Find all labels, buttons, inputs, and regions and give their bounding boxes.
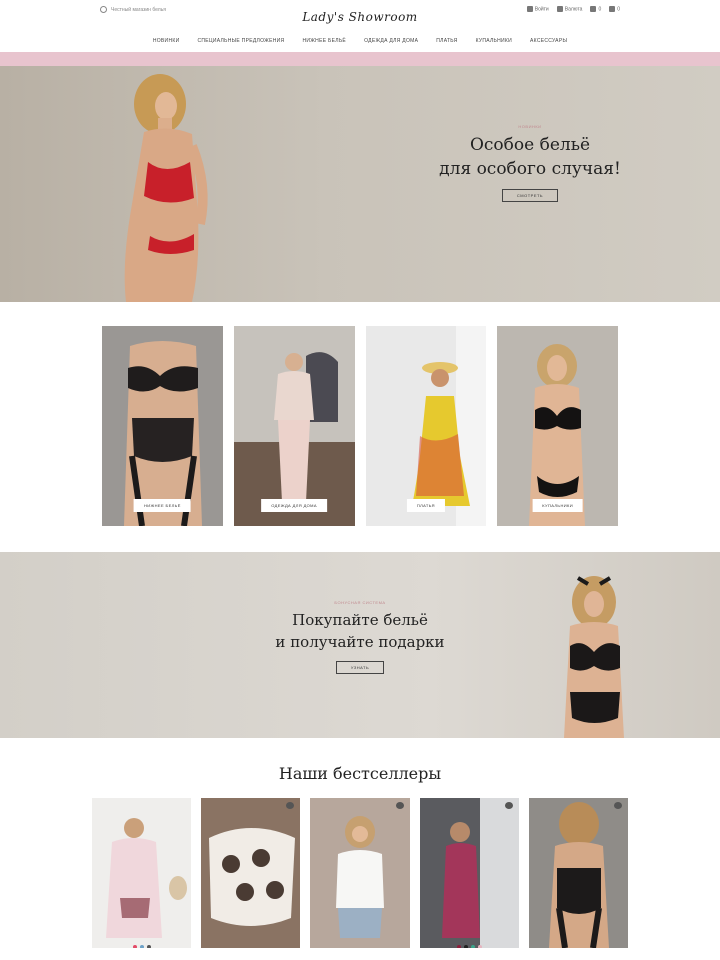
color-swatches	[420, 945, 519, 948]
category-image-dresses	[365, 326, 487, 526]
product-image	[92, 798, 192, 948]
login-link[interactable]: Войти	[526, 6, 549, 12]
hero-banner[interactable]: Новинки Особое бельё для особого случая!…	[0, 66, 720, 302]
product-card[interactable]	[201, 798, 301, 948]
promo-title-line2: и получайте подарки	[275, 633, 445, 651]
promo-kicker: Бонусная система	[334, 600, 386, 605]
category-button-dresses[interactable]: Платья	[406, 499, 445, 512]
promo-content: Бонусная система Покупайте бельё и получ…	[250, 600, 470, 674]
promo-title-line1: Покупайте бельё	[292, 611, 428, 629]
nav-item-new[interactable]: Новинки	[153, 38, 180, 44]
promo-cta-button[interactable]: Узнать	[335, 661, 385, 674]
category-image-swimwear	[497, 326, 618, 526]
category-button-homewear[interactable]: Одежда для дома	[261, 499, 327, 512]
nav-item-homewear[interactable]: Одежда для дома	[364, 38, 418, 44]
product-image	[419, 798, 519, 948]
hero-cta-button[interactable]: Смотреть	[501, 189, 559, 202]
category-image-homewear	[233, 326, 355, 526]
nav-item-lingerie[interactable]: Нижнее бельё	[302, 38, 346, 44]
hero-title: Особое бельё для особого случая!	[420, 133, 640, 181]
hero-model-image	[124, 74, 208, 302]
heart-icon	[590, 6, 597, 12]
category-button-swimwear[interactable]: Купальники	[532, 499, 584, 512]
bestsellers-heading: Наши бестселлеры	[278, 764, 442, 783]
category-tile-homewear[interactable]: Одежда для дома	[233, 326, 355, 526]
hero-title-line2: для особого случая!	[439, 159, 621, 179]
product-image	[310, 798, 410, 948]
user-icon	[526, 6, 533, 12]
wishlist-icon[interactable]	[395, 802, 404, 809]
category-image-lingerie	[102, 326, 223, 526]
nav-item-special[interactable]: Специальные предложения	[197, 38, 284, 44]
product-card[interactable]	[92, 798, 192, 948]
product-card[interactable]	[310, 798, 410, 948]
accent-bar	[0, 52, 720, 66]
nav-item-swimwear[interactable]: Купальники	[476, 38, 512, 44]
bestsellers-grid	[92, 798, 629, 948]
currency-link[interactable]: Валюта	[556, 6, 582, 12]
color-swatches	[92, 945, 191, 948]
site-header: Честный магазин белья Lady's Showroom Во…	[0, 0, 720, 52]
cart-link[interactable]: 0	[609, 6, 620, 12]
promo-title: Покупайте бельё и получайте подарки	[250, 609, 470, 653]
nav-item-dresses[interactable]: Платья	[436, 38, 457, 44]
product-card[interactable]	[419, 798, 519, 948]
product-image	[201, 798, 301, 948]
promo-banner[interactable]: Бонусная система Покупайте бельё и получ…	[0, 552, 720, 738]
cart-icon	[609, 6, 616, 12]
hero-content: Новинки Особое бельё для особого случая!…	[420, 124, 640, 202]
currency-icon	[556, 6, 563, 12]
header-actions: Войти Валюта 0 0	[526, 6, 620, 12]
category-tile-lingerie[interactable]: Нижнее бельё	[102, 326, 223, 526]
promo-model-image	[564, 576, 624, 738]
wishlist-link[interactable]: 0	[590, 6, 601, 12]
category-tile-dresses[interactable]: Платья	[365, 326, 487, 526]
hero-title-line1: Особое бельё	[469, 135, 591, 155]
category-tile-swimwear[interactable]: Купальники	[497, 326, 618, 526]
product-image	[528, 798, 629, 948]
main-nav: Новинки Специальные предложения Нижнее б…	[0, 38, 720, 44]
wishlist-icon[interactable]	[614, 802, 623, 809]
category-grid: Нижнее бельё Одежда для дома Платья	[102, 326, 618, 526]
nav-item-accessories[interactable]: Аксессуары	[530, 38, 567, 44]
category-button-lingerie[interactable]: Нижнее бельё	[133, 499, 191, 512]
product-card[interactable]	[528, 798, 629, 948]
hero-kicker: Новинки	[518, 124, 542, 129]
wishlist-icon[interactable]	[504, 802, 513, 809]
